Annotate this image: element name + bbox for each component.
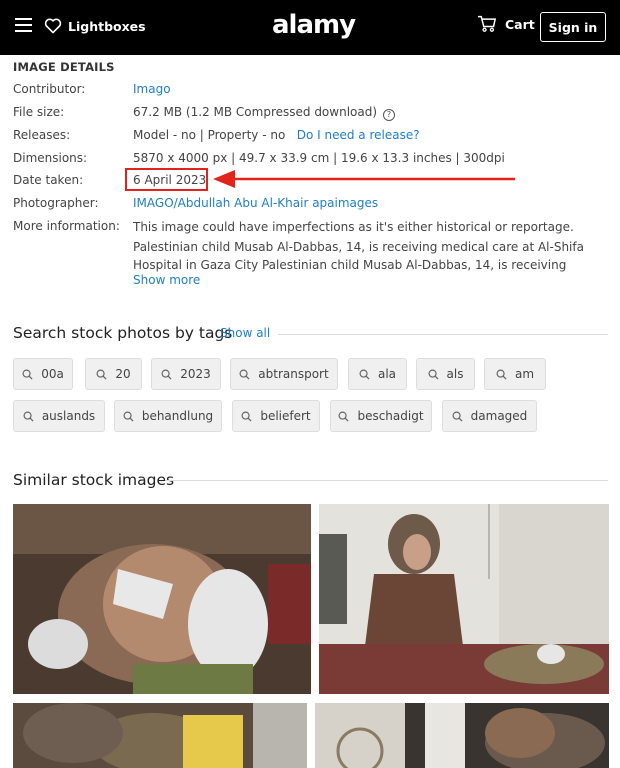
sign-in-button[interactable]: Sign in — [540, 12, 606, 42]
cart-icon — [478, 15, 497, 32]
filesize-label: File size: — [13, 105, 65, 119]
releases-label: Releases: — [13, 128, 71, 142]
photographer-link[interactable]: IMAGO/Abdullah Abu Al-Khair apaimages — [133, 195, 378, 211]
more-information-text: This image could have imperfections as i… — [133, 218, 603, 276]
moreinfo-line-2: Palestinian child Musab Al-Dabbas, 14, i… — [133, 240, 584, 272]
filesize-value: 67.2 MB (1.2 MB Compressed download)? — [133, 104, 396, 121]
tag-label: behandlung — [141, 409, 214, 423]
tag-chip[interactable]: beschadigt — [330, 400, 432, 432]
tag-chip[interactable]: am — [484, 358, 546, 390]
photo-placeholder — [319, 504, 609, 694]
hamburger-menu-icon[interactable] — [15, 18, 32, 32]
tag-chip[interactable]: als — [416, 358, 475, 390]
photographer-label: Photographer: — [13, 196, 99, 210]
tag-label: als — [446, 367, 464, 381]
tag-chip[interactable]: behandlung — [114, 400, 222, 432]
moreinfo-label: More information: — [13, 219, 120, 233]
search-icon — [428, 369, 439, 380]
tag-label: auslands — [41, 409, 96, 423]
lightboxes-link[interactable]: Lightboxes — [44, 16, 146, 36]
tag-chip[interactable]: ala — [348, 358, 407, 390]
tag-chip[interactable]: auslands — [13, 400, 105, 432]
releases-text: Model - no | Property - no — [133, 128, 286, 142]
tag-label: abtransport — [258, 367, 329, 381]
photo-placeholder — [315, 703, 609, 768]
search-icon — [123, 411, 134, 422]
photo-placeholder — [13, 703, 307, 768]
dimensions-value: 5870 x 4000 px | 49.7 x 33.9 cm | 19.6 x… — [133, 151, 505, 165]
help-icon[interactable]: ? — [383, 109, 396, 121]
lightboxes-label: Lightboxes — [68, 18, 146, 34]
contributor-link[interactable]: Imago — [133, 81, 171, 97]
search-icon — [22, 369, 33, 380]
cart-link[interactable]: Cart — [477, 15, 535, 33]
section-divider — [278, 334, 608, 335]
red-arrow-annotation — [213, 170, 515, 188]
tag-chip[interactable]: 00a — [13, 358, 73, 390]
tag-label: 2023 — [180, 367, 211, 381]
tag-label: damaged — [470, 409, 528, 423]
top-nav-bar: Lightboxes alamy Cart Sign in — [0, 0, 620, 55]
similar-image-3[interactable] — [13, 703, 307, 768]
tag-label: am — [514, 367, 535, 381]
similar-image-1[interactable] — [13, 504, 311, 694]
show-all-tags-link[interactable]: Show all — [220, 326, 270, 340]
tag-chip[interactable]: abtransport — [230, 358, 338, 390]
cart-label: Cart — [505, 16, 535, 32]
search-icon — [96, 369, 107, 380]
similar-image-2[interactable] — [319, 504, 609, 694]
dimensions-label: Dimensions: — [13, 151, 88, 165]
section-divider — [166, 480, 608, 481]
tag-label: beschadigt — [357, 409, 424, 423]
image-details-heading: IMAGE DETAILS — [13, 60, 115, 74]
contributor-label: Contributor: — [13, 82, 86, 96]
show-more-link[interactable]: Show more — [133, 273, 200, 287]
release-help-link[interactable]: Do I need a release? — [297, 128, 420, 142]
tag-chip[interactable]: 20 — [85, 358, 142, 390]
search-icon — [338, 411, 349, 422]
tag-chip[interactable]: beliefert — [232, 400, 320, 432]
search-icon — [496, 369, 507, 380]
date-label: Date taken: — [13, 173, 84, 187]
similar-section-title: Similar stock images — [13, 471, 175, 489]
search-icon — [452, 411, 463, 422]
moreinfo-line-1: This image could have imperfections as i… — [133, 220, 574, 234]
tag-chip[interactable]: 2023 — [151, 358, 221, 390]
photo-placeholder — [13, 504, 311, 694]
tags-section-title: Search stock photos by tags — [13, 324, 233, 342]
similar-image-4[interactable] — [315, 703, 609, 768]
releases-value: Model - no | Property - no Do I need a r… — [133, 127, 420, 143]
filesize-text: 67.2 MB (1.2 MB Compressed download) — [133, 105, 378, 119]
alamy-logo[interactable]: alamy — [272, 10, 356, 40]
tag-label: beliefert — [260, 409, 311, 423]
search-icon — [239, 369, 250, 380]
tag-label: ala — [377, 367, 397, 381]
search-icon — [359, 369, 370, 380]
search-icon — [241, 411, 252, 422]
tag-label: 00a — [41, 367, 64, 381]
tag-chip[interactable]: damaged — [442, 400, 537, 432]
heart-icon — [44, 18, 62, 34]
search-icon — [161, 369, 172, 380]
tag-label: 20 — [115, 367, 131, 381]
search-icon — [23, 411, 34, 422]
date-highlight-box — [125, 168, 208, 191]
